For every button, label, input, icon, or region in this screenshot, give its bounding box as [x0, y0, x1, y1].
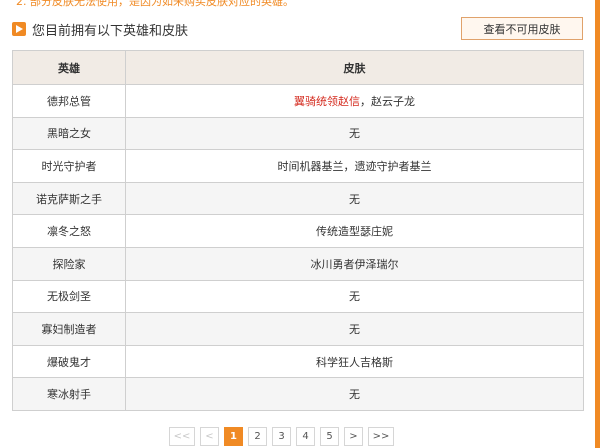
column-header-skin: 皮肤 — [125, 50, 584, 85]
table-row: 黑暗之女 无 — [12, 116, 584, 151]
skin-cell: 无 — [125, 377, 584, 411]
skin-names: 传统造型瑟庄妮 — [316, 225, 393, 239]
skin-names: 冰川勇者伊泽瑞尔 — [310, 257, 399, 271]
hero-name-cell: 爆破鬼才 — [12, 344, 126, 379]
skin-cell: 无 — [125, 181, 584, 216]
skin-cell: 传统造型瑟庄妮 — [125, 214, 584, 248]
skin-names: 无 — [349, 322, 360, 336]
skin-names: ，赵云子龙 — [360, 94, 415, 108]
table-row: 探险家 冰川勇者伊泽瑞尔 — [12, 246, 584, 281]
hero-name-cell: 时光守护者 — [12, 149, 126, 183]
table-row: 寡妇制造者 无 — [12, 312, 584, 346]
section-title: 您目前拥有以下英雄和皮肤 — [32, 23, 189, 39]
skin-names: 无 — [349, 388, 360, 402]
hero-name-cell: 无极剑圣 — [12, 279, 126, 314]
skin-names: 时间机器基兰，遗迹守护者基兰 — [277, 159, 432, 173]
page-button-3[interactable]: 3 — [272, 427, 291, 446]
skin-cell: 无 — [125, 279, 584, 314]
skin-cell: 无 — [125, 312, 584, 346]
skin-names: 无 — [349, 290, 360, 304]
hero-name-cell: 诺克萨斯之手 — [12, 181, 126, 216]
skin-cell: 冰川勇者伊泽瑞尔 — [125, 246, 584, 281]
table-row: 无极剑圣 无 — [12, 279, 584, 314]
table-header-row: 英雄 皮肤 — [12, 50, 584, 85]
hero-name-cell: 德邦总管 — [12, 84, 126, 118]
pagination: << < 1 2 3 4 5 > >> — [169, 427, 394, 446]
first-page-button[interactable]: << — [169, 427, 195, 446]
skin-cell: 时间机器基兰，遗迹守护者基兰 — [125, 149, 584, 183]
page-button-1[interactable]: 1 — [224, 427, 243, 446]
section-header: 您目前拥有以下英雄和皮肤 — [12, 18, 188, 40]
hero-name-cell: 凛冬之怒 — [12, 214, 126, 248]
column-header-hero: 英雄 — [12, 50, 126, 85]
hero-name-cell: 寡妇制造者 — [12, 312, 126, 346]
table-row: 寒冰射手 无 — [12, 377, 584, 411]
hero-name-cell: 黑暗之女 — [12, 116, 126, 151]
skin-cell: 翼骑统领赵信，赵云子龙 — [125, 84, 584, 118]
page-button-4[interactable]: 4 — [296, 427, 315, 446]
skin-names: 无 — [349, 127, 360, 141]
last-page-button[interactable]: >> — [368, 427, 394, 446]
next-page-button[interactable]: > — [344, 427, 363, 446]
highlighted-skin-name: 翼骑统领赵信 — [294, 94, 360, 108]
table-row: 时光守护者 时间机器基兰，遗迹守护者基兰 — [12, 149, 584, 183]
page-edge-accent — [595, 0, 600, 448]
table-row: 爆破鬼才 科学狂人吉格斯 — [12, 344, 584, 379]
table-row: 凛冬之怒 传统造型瑟庄妮 — [12, 214, 584, 248]
play-icon — [12, 22, 26, 36]
skin-names: 科学狂人吉格斯 — [316, 355, 393, 369]
prev-page-button[interactable]: < — [200, 427, 219, 446]
skin-cell: 科学狂人吉格斯 — [125, 344, 584, 379]
skin-names: 无 — [349, 192, 360, 206]
page-button-2[interactable]: 2 — [248, 427, 267, 446]
table-row: 德邦总管 翼骑统领赵信，赵云子龙 — [12, 84, 584, 118]
skin-cell: 无 — [125, 116, 584, 151]
view-unavailable-skins-button[interactable]: 查看不可用皮肤 — [461, 17, 583, 40]
page-button-5[interactable]: 5 — [320, 427, 339, 446]
table-row: 诺克萨斯之手 无 — [12, 181, 584, 216]
top-note: 2. 部分皮肤无法使用，是因为如未购买皮肤对应的英雄。 — [16, 0, 294, 8]
hero-name-cell: 寒冰射手 — [12, 377, 126, 411]
hero-name-cell: 探险家 — [12, 246, 126, 281]
hero-skin-table: 英雄 皮肤 德邦总管 翼骑统领赵信，赵云子龙 黑暗之女无时光守护者 时间机器基兰，遗迹… — [12, 50, 584, 411]
